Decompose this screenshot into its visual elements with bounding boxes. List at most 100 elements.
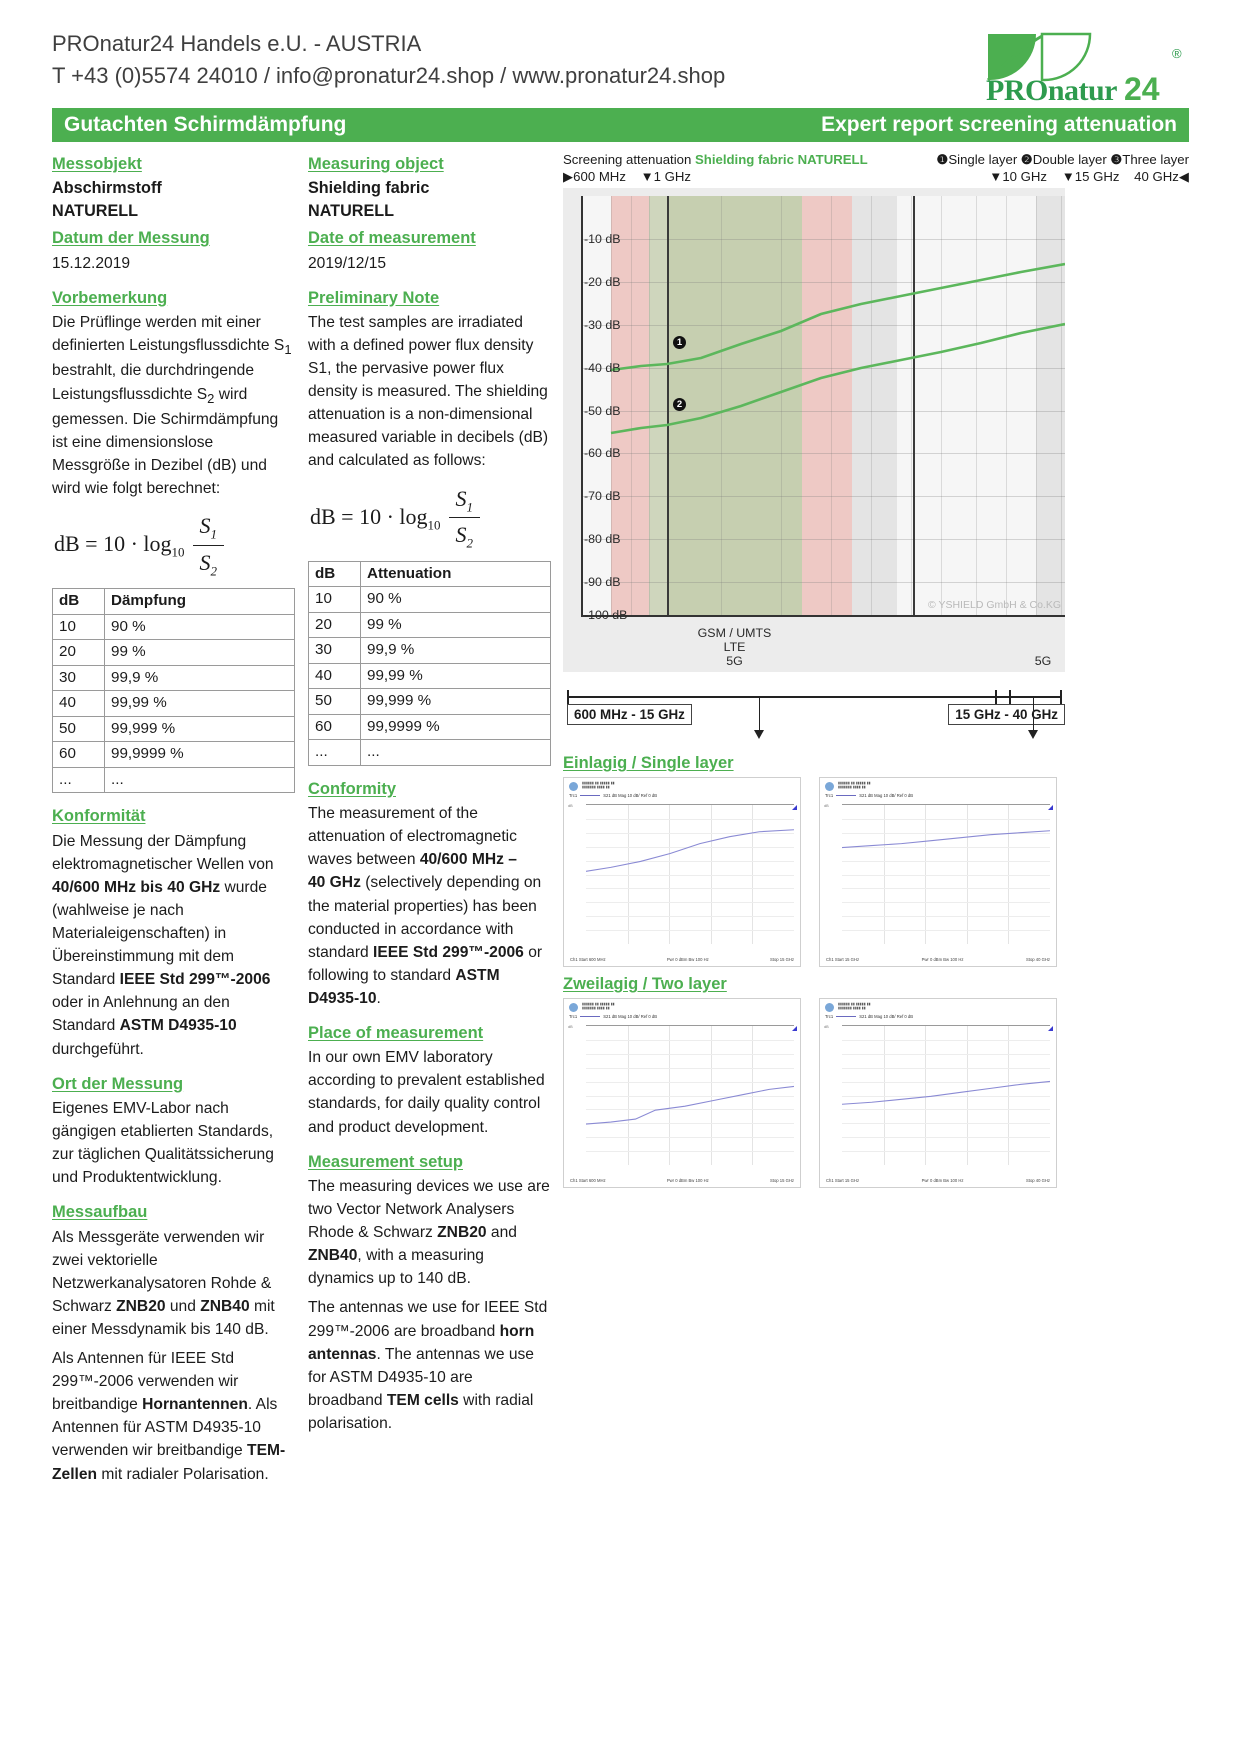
- cell-db: ...: [308, 739, 361, 766]
- vna-power-bw: Pwr 0 dBm Bw 100 Hz: [921, 957, 964, 962]
- logo-svg: PROnatur 24 ®: [986, 32, 1182, 102]
- vna-trace-curve: [586, 1085, 794, 1125]
- cell-att: 99,999 %: [104, 715, 295, 743]
- cell-db: 50: [52, 715, 105, 743]
- ytick--50: -50 dB: [584, 403, 621, 418]
- cell-att: 99 %: [104, 639, 295, 666]
- vna-globe-icon: [825, 1003, 834, 1012]
- triangle-left-icon: ◀: [1178, 169, 1189, 184]
- th-db: dB: [308, 560, 361, 588]
- chart-header: Screening attenuation Shielding fabric N…: [563, 152, 1189, 188]
- setup-text-2: The antennas we use for IEEE Std 299™-20…: [308, 1299, 548, 1432]
- legend-label-1: Single layer: [948, 152, 1018, 167]
- heading-datum: Datum der Messung: [52, 229, 210, 248]
- cell-att: 90 %: [104, 613, 295, 641]
- messobjekt-line1: Abschirmstoff: [52, 179, 162, 198]
- vna-trace-curve: [586, 829, 794, 872]
- legend-label-2: Double layer: [1032, 152, 1107, 167]
- vna-y-unit: dB: [568, 1025, 573, 1029]
- heading-single-layer: Einlagig / Single layer: [563, 754, 734, 772]
- vna-stop-freq: Stop 40 GHz: [1026, 957, 1050, 962]
- triangle-down-icon: ▼: [989, 169, 1003, 184]
- table-row: 20 99 %: [308, 611, 551, 639]
- table-row: 10 90 %: [308, 586, 551, 613]
- range-arrow-right-stem: [1033, 698, 1035, 732]
- vna-screenshot-single-600mhz-15ghz: ▮▮▮▮▮▮ ▮▮ ▮▮▮▮▮ ▮▮ ▮▮▮▮▮▮▮ ▮▮▮▮ ▮▮ Trc1 S2…: [563, 777, 801, 967]
- heading-preliminary-note: Preliminary Note: [308, 288, 440, 307]
- vna-power-bw: Pwr 0 dBm Bw 100 Hz: [666, 957, 709, 962]
- vna-start-freq: Ch1 Start 600 MHz: [570, 1178, 606, 1183]
- chart-xmarkers-left: ▶600 MHz ▼1 GHz: [563, 169, 691, 186]
- chart-title-highlight: Shielding fabric NATURELL: [694, 152, 868, 167]
- heading-setup: Measurement setup: [308, 1152, 463, 1171]
- heading-ort: Ort der Messung: [52, 1074, 184, 1093]
- cell-db: 60: [308, 713, 361, 741]
- bandlabel-5g-low: 5G: [726, 654, 743, 668]
- table-row: 20 99 %: [52, 639, 295, 666]
- xmarker-1ghz: ▼1 GHz: [641, 169, 691, 184]
- vna-device-info: ▮▮▮▮▮▮ ▮▮ ▮▮▮▮▮ ▮▮ ▮▮▮▮▮▮▮ ▮▮▮▮ ▮▮: [582, 1002, 615, 1011]
- vna-trace-line: Trc1 S21 dB Mag 10 dB/ Ref 0 dB: [569, 793, 657, 798]
- cell-db: 40: [52, 690, 105, 717]
- vna-corner-marker-icon: [792, 805, 797, 810]
- heading-measuring-object: Measuring object: [308, 155, 444, 173]
- vna-screenshot-double-15ghz-40ghz: ▮▮▮▮▮▮ ▮▮ ▮▮▮▮▮ ▮▮ ▮▮▮▮▮▮▮ ▮▮▮▮ ▮▮ Trc1 S2…: [819, 998, 1057, 1188]
- bandlabel-lte: LTE: [723, 640, 746, 654]
- range-label-left: 600 MHz - 15 GHz: [567, 704, 692, 725]
- heading-konformitaet: Konformität: [52, 807, 146, 826]
- legend-symbol-3: ❸: [1110, 152, 1123, 167]
- triangle-right-icon: ▶: [563, 169, 574, 184]
- german-column: Messobjekt Abschirmstoff NATURELL Datum …: [52, 152, 295, 1486]
- vna-trace-curve: [842, 1080, 1050, 1105]
- vna-power-bw: Pwr 0 dBm Bw 100 Hz: [921, 1178, 964, 1183]
- xmarker-15ghz: ▼15 GHz: [1062, 169, 1120, 184]
- bandlabel-5g-high: 5G: [1034, 654, 1052, 668]
- vna-footer: Ch1 Start 15 GHz Pwr 0 dBm Bw 100 Hz Sto…: [826, 957, 1050, 962]
- vna-trace-name: Trc1: [825, 1014, 834, 1019]
- heading-two-layer: Zweilagig / Two layer: [563, 975, 727, 993]
- cell-att: 90 %: [360, 586, 551, 613]
- vna-power-bw: Pwr 0 dBm Bw 100 Hz: [666, 1178, 709, 1183]
- trace-color-swatch: [580, 795, 601, 797]
- vna-trace-info: S21 dB Mag 10 dB/ Ref 0 dB: [603, 793, 658, 798]
- measuring-object-line2: NATURELL: [308, 201, 395, 220]
- heading-date: Date of measurement: [308, 229, 476, 248]
- vna-device-info: ▮▮▮▮▮▮ ▮▮ ▮▮▮▮▮ ▮▮ ▮▮▮▮▮▮▮ ▮▮▮▮ ▮▮: [582, 781, 615, 790]
- marker-2-double-layer: 2: [673, 398, 686, 411]
- konformitaet-text: Die Messung der Dämpfung elektromagnetis…: [52, 832, 274, 1058]
- ytick--20: -20 dB: [584, 274, 621, 289]
- cell-db: 30: [308, 637, 361, 664]
- cell-att: ...: [104, 766, 295, 794]
- formula-en: dB = 10 · log10 S1 S2: [310, 483, 551, 553]
- chart-curves: [610, 262, 1065, 435]
- vna-y-unit: dB: [824, 1025, 829, 1029]
- cell-db: 60: [52, 741, 105, 768]
- range-arrow-right-head: [1028, 730, 1038, 739]
- vna-footer: Ch1 Start 600 MHz Pwr 0 dBm Bw 100 Hz St…: [570, 1178, 794, 1183]
- chart-legend: ❶Single layer ❷Double layer ❸Three layer: [937, 152, 1189, 169]
- datum-value: 15.12.2019: [52, 254, 131, 272]
- company-contact: PROnatur24 Handels e.U. - AUSTRIA T +43 …: [52, 28, 872, 92]
- heading-messaufbau: Messaufbau: [52, 1203, 148, 1222]
- english-column: Measuring object Shielding fabric NATURE…: [308, 152, 551, 1435]
- screening-attenuation-chart: 1 2 © YSHIELD GmbH & Co.KG -10 dB -20 dB…: [563, 188, 1065, 672]
- table-row: 10 90 %: [52, 613, 295, 641]
- legend-symbol-2: ❷: [1020, 152, 1033, 167]
- ytick--60: -60 dB: [584, 446, 621, 461]
- cell-db: 20: [308, 611, 361, 639]
- vna-corner-marker-icon: [792, 1026, 797, 1031]
- vna-footer: Ch1 Start 600 MHz Pwr 0 dBm Bw 100 Hz St…: [570, 957, 794, 962]
- vna-trace-line: Trc1 S21 dB Mag 10 dB/ Ref 0 dB: [825, 1014, 913, 1019]
- vna-trace-name: Trc1: [825, 793, 834, 798]
- table-row: 50 99,999 %: [308, 688, 551, 715]
- legend-item-three: ❸Three layer: [1110, 152, 1189, 167]
- cell-db: ...: [52, 766, 105, 794]
- vna-globe-icon: [569, 782, 578, 791]
- conformity-text: The measurement of the attenuation of el…: [308, 805, 543, 1007]
- cell-att: 99,999 %: [360, 688, 551, 715]
- date-value: 2019/12/15: [308, 254, 387, 272]
- measuring-object-line1: Shielding fabric: [308, 179, 430, 198]
- xmarker-label-1ghz: 1 GHz: [653, 169, 692, 184]
- right-column: Screening attenuation Shielding fabric N…: [563, 152, 1189, 1188]
- xmarker-10ghz: ▼10 GHz: [989, 169, 1047, 184]
